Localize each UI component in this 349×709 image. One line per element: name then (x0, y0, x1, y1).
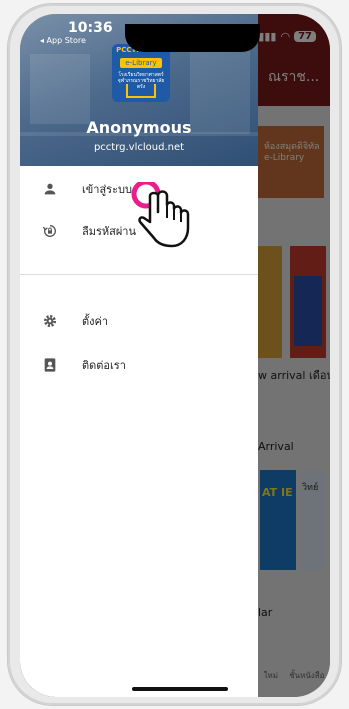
contact-icon (44, 358, 56, 372)
status-time: 10:36 (68, 20, 113, 36)
notch (125, 24, 260, 52)
screen: ▮▮▮ ◠ 77 ณราช... ห้องสมุดดิจิทัล e-Libra… (20, 14, 330, 697)
menu-label: เข้าสู่ระบบ (82, 183, 132, 196)
menu-divider (20, 274, 258, 275)
library-logo: PCCTRG TRG e-Library โรงเรียนวิทยาศาสตร์… (112, 44, 170, 102)
book-icon (126, 84, 156, 98)
tap-hand-icon (131, 182, 190, 248)
navigation-drawer: 10:36 ◂ App Store PCCTRG TRG e-Library โ… (20, 14, 258, 697)
person-icon (44, 183, 56, 195)
lock-reset-icon (42, 225, 56, 237)
back-to-app-store[interactable]: ◂ App Store (40, 36, 86, 45)
menu-label: ติดต่อเรา (82, 359, 126, 372)
menu-label: ลืมรหัสผ่าน (82, 225, 137, 238)
menu-label: ตั้งค่า (82, 315, 109, 328)
user-host: pcctrg.vlcloud.net (93, 142, 185, 153)
menu-item-contact[interactable]: ติดต่อเรา (20, 346, 258, 384)
phone-frame: ▮▮▮ ◠ 77 ณราช... ห้องสมุดดิจิทัล e-Libra… (8, 4, 341, 705)
menu-item-settings[interactable]: ตั้งค่า (20, 302, 258, 340)
gear-icon (44, 315, 56, 327)
user-name: Anonymous (86, 118, 192, 137)
home-indicator[interactable] (132, 687, 228, 691)
